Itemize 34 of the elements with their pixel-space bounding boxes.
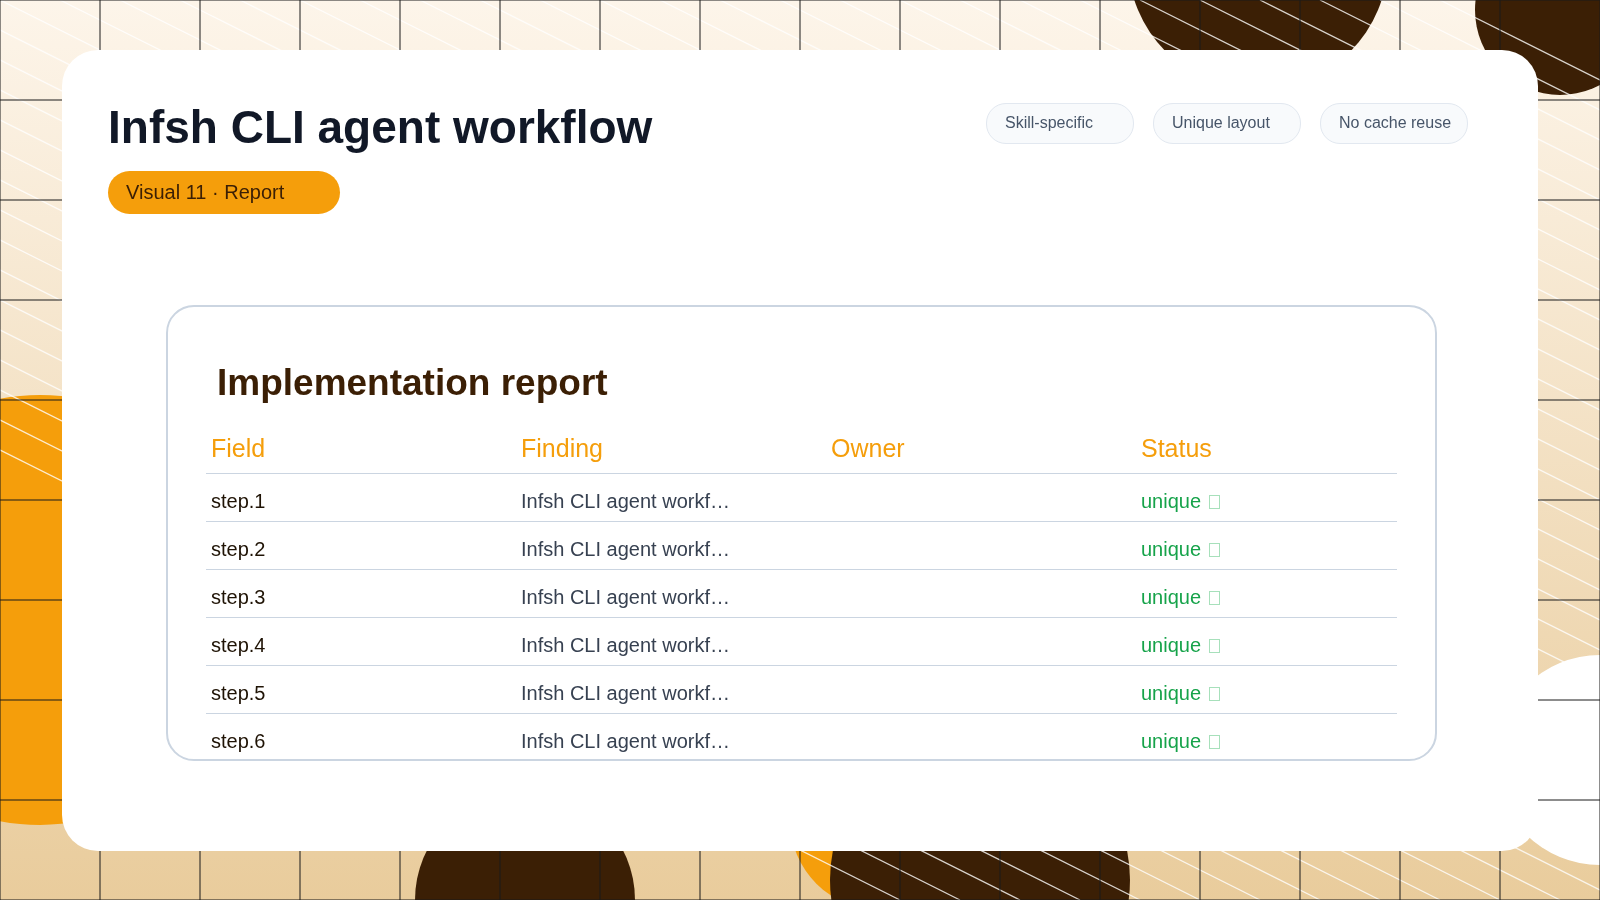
square-icon	[1209, 494, 1221, 509]
status-text: unique	[1141, 586, 1202, 610]
status-text: unique	[1141, 634, 1202, 658]
table-cell-text: step.3	[210, 585, 267, 610]
square-icon	[1209, 542, 1221, 557]
table-cell-text: Infsh CLI agent workf…	[520, 537, 731, 562]
square-icon	[1209, 686, 1221, 701]
column-header: Field	[210, 433, 267, 463]
table-cell-text: Infsh CLI agent workf…	[520, 681, 731, 706]
table-cell-text: step.5	[210, 681, 267, 706]
square-icon	[1209, 638, 1221, 653]
table-cell-text: Infsh CLI agent workf…	[520, 633, 731, 658]
report-title: Implementation report	[217, 361, 609, 404]
report-badge: Visual 11 · Report	[108, 170, 341, 214]
table-cell-text: step.1	[210, 489, 267, 514]
column-header: Owner	[830, 433, 906, 463]
table-cell-text: step.6	[210, 729, 267, 754]
table-cell-text: step.2	[210, 537, 267, 562]
status-text: unique	[1141, 730, 1202, 754]
tag-chip: Skill-specific	[986, 103, 1134, 144]
column-header: Status	[1140, 433, 1213, 463]
status-text: unique	[1141, 538, 1202, 562]
table-cell-text: Infsh CLI agent workf…	[520, 729, 731, 754]
status-text: unique	[1141, 682, 1202, 706]
square-icon	[1209, 734, 1221, 749]
table-cell-text: step.4	[210, 633, 267, 658]
tag-chip: Unique layout	[1153, 103, 1301, 144]
square-icon	[1209, 590, 1221, 605]
table-cell-text: Infsh CLI agent workf…	[520, 585, 731, 610]
status-text: unique	[1141, 490, 1202, 514]
tag-chip: No cache reuse	[1320, 103, 1468, 144]
table-cell-text: Infsh CLI agent workf…	[520, 489, 731, 514]
page-title: Infsh CLI agent workflow	[108, 102, 653, 153]
column-header: Finding	[520, 433, 604, 463]
